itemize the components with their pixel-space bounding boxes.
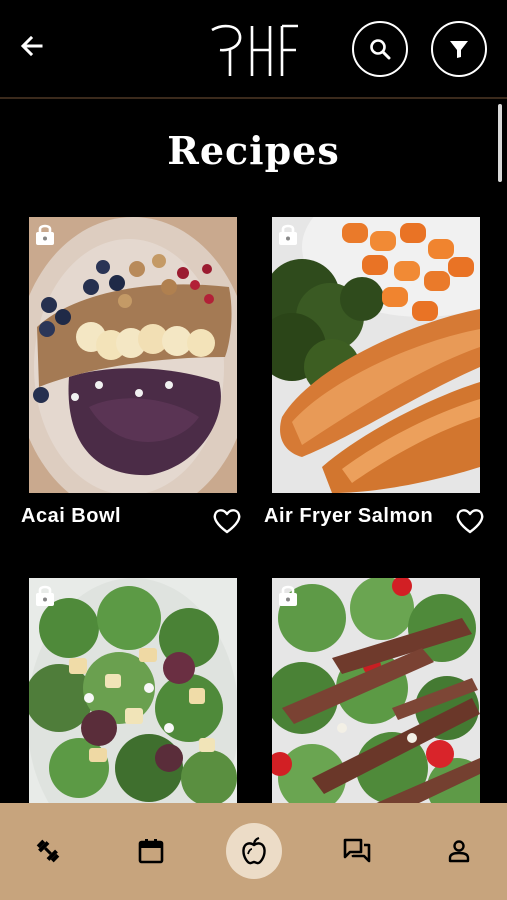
recipe-name[interactable]: Acai Bowl — [21, 505, 209, 527]
app-header — [0, 0, 507, 99]
calendar-icon — [138, 839, 164, 864]
search-icon — [370, 39, 391, 60]
favorite-button[interactable] — [212, 507, 242, 535]
nav-recipes[interactable] — [226, 823, 282, 879]
lock-icon — [36, 224, 54, 245]
heart-icon — [456, 509, 484, 534]
header-divider — [0, 97, 507, 99]
dumbbell-icon — [36, 839, 60, 863]
nav-calendar[interactable] — [123, 823, 179, 879]
bottom-nav — [0, 803, 507, 900]
salmon-image — [272, 217, 480, 493]
recipe-photo[interactable] — [29, 217, 237, 493]
filter-icon — [450, 41, 468, 58]
lock-icon — [279, 585, 297, 606]
chat-icon — [343, 838, 371, 863]
lock-icon — [279, 224, 297, 245]
back-button[interactable] — [16, 30, 48, 62]
filter-button[interactable] — [431, 21, 487, 77]
search-button[interactable] — [352, 21, 408, 77]
heart-icon — [213, 509, 241, 534]
brand-logo — [211, 24, 298, 76]
arrow-left-icon — [20, 35, 43, 57]
recipe-photo[interactable] — [272, 217, 480, 493]
lock-icon — [36, 585, 54, 606]
person-icon — [448, 840, 470, 863]
nav-messages[interactable] — [329, 823, 385, 879]
favorite-button[interactable] — [455, 507, 485, 535]
acai-bowl-image — [29, 217, 237, 493]
recipe-name[interactable]: Air Fryer Salmon — [264, 505, 452, 527]
nav-workouts[interactable] — [20, 823, 76, 879]
nav-profile[interactable] — [431, 823, 487, 879]
page-title: Recipes — [167, 128, 340, 173]
apple-icon — [242, 836, 266, 865]
